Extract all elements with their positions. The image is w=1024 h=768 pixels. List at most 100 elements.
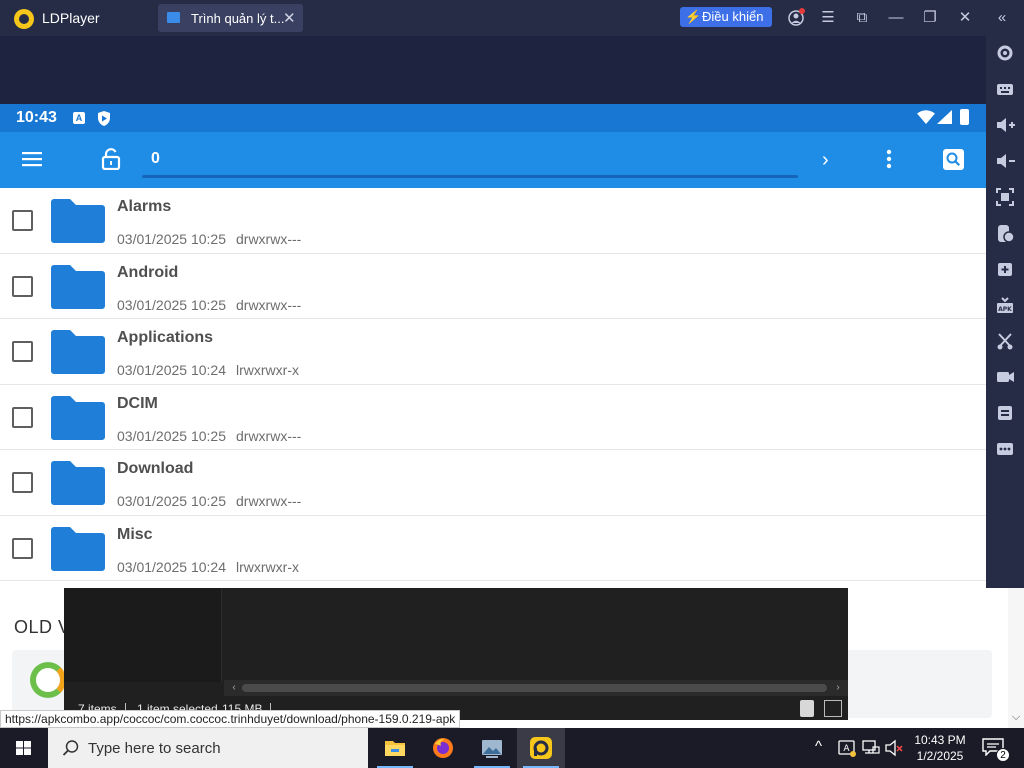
taskbar-firefox[interactable] (419, 728, 467, 768)
item-checkbox[interactable] (12, 537, 33, 559)
menu-icon[interactable]: ☰ (818, 8, 838, 28)
scroll-left-arrow-icon[interactable]: ‹ (226, 680, 242, 696)
lightning-icon: ⚡ (685, 9, 702, 24)
network-icon[interactable] (862, 739, 880, 757)
file-name: Download (117, 460, 194, 477)
record-video-icon[interactable] (994, 366, 1016, 388)
details-view-button[interactable] (800, 700, 814, 717)
android-screen: 10:43 A 0 › Alarms 03/01/2025 10:25 drwxr… (0, 104, 986, 588)
unlock-icon[interactable] (101, 148, 121, 170)
folder-icon (51, 395, 105, 440)
item-checkbox[interactable] (12, 472, 33, 493)
firefox-icon (433, 738, 453, 758)
file-permissions: drwxrwx--- (236, 427, 302, 444)
file-date: 03/01/2025 10:25 (117, 231, 226, 247)
forward-chevron-icon[interactable]: › (822, 149, 840, 171)
navigation-pane[interactable] (64, 588, 222, 682)
tab-close-icon[interactable]: ✕ (283, 9, 296, 27)
minimize-icon[interactable]: — (886, 8, 906, 28)
scroll-thumb[interactable] (242, 684, 827, 692)
file-explorer-window: ‹ › 7 items 1 item selected 115 MB (64, 588, 848, 720)
file-meta: 03/01/2025 10:24 lrwxrwxr-x (117, 362, 299, 378)
control-label: Điều khiển (702, 9, 764, 24)
restore-icon[interactable]: ❐ (920, 8, 940, 28)
start-button[interactable] (0, 728, 48, 768)
scissors-icon[interactable] (994, 330, 1016, 352)
search-icon[interactable] (943, 149, 964, 170)
page-scrollbar[interactable]: ⌵ (1008, 588, 1024, 728)
ldplayer-sidebar: APK (986, 36, 1024, 588)
link-url-status: https://apkcombo.app/coccoc/com.coccoc.t… (0, 710, 461, 728)
apk-install-icon[interactable]: APK (994, 294, 1016, 316)
list-item[interactable]: Misc 03/01/2025 10:24 lrwxrwxr-x (0, 516, 986, 581)
screenshot-icon[interactable] (994, 186, 1016, 208)
item-checkbox[interactable] (12, 341, 33, 362)
list-item[interactable]: Download 03/01/2025 10:25 drwxrwx--- (0, 450, 986, 516)
path-underline (142, 175, 798, 178)
more-vert-icon[interactable] (881, 148, 897, 170)
list-item[interactable]: Android 03/01/2025 10:25 drwxrwx--- (0, 254, 986, 319)
fullscreen-icon[interactable]: ⧉ (852, 8, 872, 28)
add-window-icon[interactable] (994, 258, 1016, 280)
notification-count-badge: 2 (996, 748, 1010, 762)
ldplayer-titlebar: LDPlayer Trình quản lý t... ✕ ⚡ Điều khi… (0, 0, 1024, 36)
horizontal-scrollbar[interactable]: ‹ › (224, 680, 848, 696)
battery-icon (960, 109, 969, 125)
wifi-icon (917, 110, 935, 124)
volume-muted-icon[interactable] (885, 739, 903, 757)
file-permissions: drwxrwx--- (236, 493, 302, 509)
tray-app-icon[interactable]: A (838, 739, 856, 757)
taskbar-photos[interactable] (468, 728, 516, 768)
more-icon[interactable] (994, 438, 1016, 460)
tiles-view-button[interactable] (824, 700, 842, 717)
list-item[interactable]: Applications 03/01/2025 10:24 lrwxrwxr-x (0, 319, 986, 385)
windows-logo-icon (16, 741, 31, 755)
item-checkbox[interactable] (12, 406, 33, 428)
file-explorer-icon (385, 741, 405, 756)
search-placeholder: Type here to search (88, 740, 221, 757)
item-checkbox[interactable] (12, 275, 33, 297)
control-button[interactable]: ⚡ Điều khiển (680, 7, 772, 27)
file-meta: 03/01/2025 10:25 drwxrwx--- (117, 428, 301, 444)
app-name: LDPlayer (42, 10, 100, 26)
account-icon[interactable] (786, 8, 806, 28)
path-field[interactable]: 0 (142, 138, 798, 178)
taskbar-ldplayer[interactable] (517, 728, 565, 768)
scroll-right-arrow-icon[interactable]: › (830, 680, 846, 696)
hamburger-menu-icon[interactable] (22, 151, 42, 167)
keyboard-icon[interactable] (994, 78, 1016, 100)
a-notification-icon: A (73, 112, 85, 124)
show-hidden-icons-icon[interactable]: ^ (815, 738, 822, 755)
shake-icon[interactable] (994, 222, 1016, 244)
file-list: Alarms 03/01/2025 10:25 drwxrwx--- Androi… (0, 188, 986, 581)
folder-icon (51, 461, 105, 505)
svg-text:APK: APK (998, 306, 1012, 313)
file-name: Android (117, 263, 179, 281)
tab-file-manager[interactable]: Trình quản lý t... ✕ (158, 4, 303, 32)
shield-play-icon (98, 111, 110, 126)
volume-down-icon[interactable] (994, 150, 1016, 172)
taskbar-clock[interactable]: 10:43 PM 1/2/2025 (905, 732, 975, 764)
taskbar-search-box[interactable]: Type here to search (48, 728, 368, 768)
item-checkbox[interactable] (12, 210, 33, 231)
list-item[interactable]: Alarms 03/01/2025 10:25 drwxrwx--- (0, 188, 986, 254)
file-date: 03/01/2025 10:25 (117, 493, 226, 509)
folder-tab-icon (167, 12, 180, 23)
close-icon[interactable]: ✕ (955, 8, 975, 28)
sync-icon[interactable] (994, 402, 1016, 424)
file-permissions: drwxrwx--- (236, 296, 302, 313)
list-item[interactable]: DCIM 03/01/2025 10:25 drwxrwx--- (0, 385, 986, 450)
path-text: 0 (151, 150, 160, 167)
scroll-down-arrow-icon[interactable]: ⌵ (1008, 711, 1024, 724)
collapse-sidebar-icon[interactable]: « (992, 8, 1012, 28)
file-permissions: lrwxrwxr-x (236, 558, 299, 575)
taskbar-file-explorer[interactable] (371, 728, 419, 768)
file-name: Misc (117, 525, 153, 543)
file-meta: 03/01/2025 10:25 drwxrwx--- (117, 297, 301, 313)
file-permissions: lrwxrwxr-x (236, 362, 299, 378)
settings-icon[interactable] (994, 42, 1016, 64)
notification-center-button[interactable]: 2 (982, 738, 1010, 762)
file-name: Alarms (117, 198, 172, 215)
volume-up-icon[interactable] (994, 114, 1016, 136)
file-date: 03/01/2025 10:24 (117, 362, 226, 378)
